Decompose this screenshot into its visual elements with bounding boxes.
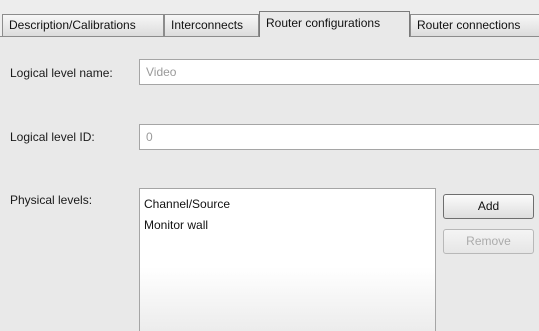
tab-interconnects[interactable]: Interconnects xyxy=(164,14,259,36)
physical-levels-list[interactable]: Channel/Source Monitor wall xyxy=(139,188,436,331)
logical-level-name-field[interactable]: Video xyxy=(139,59,539,85)
logical-level-id-label: Logical level ID: xyxy=(10,130,95,144)
remove-button[interactable]: Remove xyxy=(443,229,534,254)
physical-levels-label: Physical levels: xyxy=(10,193,93,207)
logical-level-id-field[interactable]: 0 xyxy=(139,124,539,150)
tab-router-configurations[interactable]: Router configurations xyxy=(259,11,410,37)
list-item[interactable]: Channel/Source xyxy=(144,197,230,211)
tab-description-calibrations[interactable]: Description/Calibrations xyxy=(2,14,164,36)
tab-bar: Description/Calibrations Interconnects R… xyxy=(0,0,539,37)
list-item[interactable]: Monitor wall xyxy=(144,218,208,232)
add-button[interactable]: Add xyxy=(443,194,534,219)
logical-level-name-label: Logical level name: xyxy=(10,66,113,80)
tab-router-connections[interactable]: Router connections xyxy=(410,14,539,36)
